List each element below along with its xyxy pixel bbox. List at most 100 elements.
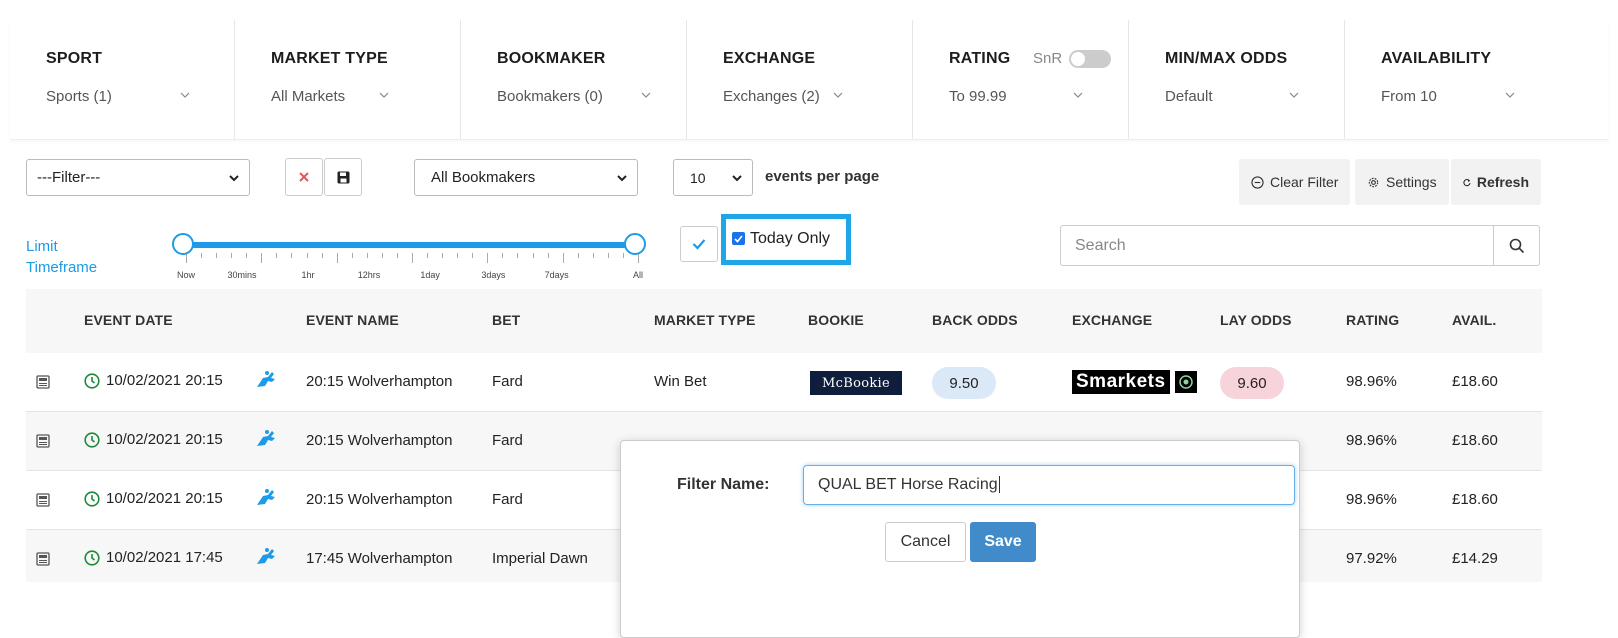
market-type-filter[interactable]: MARKET TYPE All Markets bbox=[235, 20, 461, 139]
timeframe-tick bbox=[457, 253, 459, 258]
exchange-filter[interactable]: EXCHANGE Exchanges (2) bbox=[687, 20, 913, 139]
smarkets-icon bbox=[1174, 371, 1197, 393]
today-only-checkbox[interactable] bbox=[732, 232, 745, 245]
saved-filter-select-value: ---Filter--- bbox=[37, 169, 101, 186]
event-date-text: 10/02/2021 20:15 bbox=[106, 431, 223, 448]
timeframe-tick bbox=[201, 253, 203, 258]
timeframe-tick-label: 3days bbox=[481, 270, 506, 280]
timeframe-tick bbox=[216, 253, 218, 258]
today-only-label: Today Only bbox=[750, 230, 831, 247]
timeframe-tick-label: 7days bbox=[544, 270, 569, 280]
bookmakers-select[interactable]: All Bookmakers bbox=[414, 159, 638, 196]
calculator-icon[interactable] bbox=[36, 552, 50, 566]
per-page-label: events per page bbox=[765, 168, 880, 185]
sport-filter[interactable]: SPORT Sports (1) bbox=[10, 20, 235, 139]
rating: 97.92% bbox=[1346, 550, 1397, 567]
chevron-down-icon bbox=[180, 92, 190, 98]
calculator-icon[interactable] bbox=[36, 434, 50, 448]
chevron-down-icon bbox=[1289, 92, 1299, 98]
calculator-icon[interactable] bbox=[36, 493, 50, 507]
rating-filter[interactable]: RATING SnR To 99.99 bbox=[913, 20, 1129, 139]
timeframe-tick bbox=[246, 253, 248, 258]
timeframe-tick bbox=[487, 253, 489, 263]
availability-filter[interactable]: AVAILABILITY From 10 bbox=[1345, 20, 1608, 139]
header-event-date[interactable]: EVENT DATE bbox=[84, 312, 173, 328]
bet-name: Fard bbox=[492, 373, 523, 390]
header-avail[interactable]: AVAIL. bbox=[1452, 312, 1496, 328]
timeframe-tick bbox=[532, 253, 534, 258]
calculator-icon[interactable] bbox=[36, 375, 50, 389]
timeframe-tick bbox=[336, 253, 338, 263]
timeframe-tick bbox=[517, 253, 519, 258]
horse-racing-icon bbox=[257, 371, 275, 387]
apply-check-button[interactable] bbox=[680, 226, 718, 262]
timeframe-tick bbox=[577, 253, 579, 258]
delete-filter-button[interactable] bbox=[285, 158, 323, 196]
availability-filter-title: AVAILABILITY bbox=[1381, 50, 1492, 67]
back-odds[interactable]: 9.50 bbox=[932, 367, 996, 399]
save-filter-button[interactable] bbox=[324, 158, 362, 196]
chevron-down-icon bbox=[617, 175, 627, 182]
floppy-disk-icon bbox=[337, 171, 349, 183]
per-page-select[interactable]: 10 bbox=[673, 159, 753, 196]
timeframe-tick bbox=[472, 253, 474, 258]
header-lay-odds[interactable]: LAY ODDS bbox=[1220, 312, 1292, 328]
exchange-filter-title: EXCHANGE bbox=[723, 50, 816, 67]
exchange-logo-text: Smarkets bbox=[1072, 370, 1170, 394]
search-input[interactable]: Search bbox=[1075, 237, 1126, 255]
table-header: EVENT DATE EVENT NAME BET MARKET TYPE BO… bbox=[26, 289, 1542, 353]
bookie-logo: McBookie bbox=[810, 371, 902, 395]
min-max-odds-filter-value: Default bbox=[1165, 88, 1213, 105]
header-market-type[interactable]: MARKET TYPE bbox=[654, 312, 755, 328]
timeframe-tick bbox=[321, 253, 323, 258]
save-button[interactable]: Save bbox=[970, 522, 1036, 562]
rating: 98.96% bbox=[1346, 491, 1397, 508]
timeframe-tick bbox=[592, 253, 594, 258]
timeframe-tick-label: Now bbox=[176, 270, 196, 280]
saved-filter-select[interactable]: ---Filter--- bbox=[26, 159, 250, 196]
chevron-down-icon bbox=[833, 92, 843, 98]
timeframe-slider-track[interactable] bbox=[186, 242, 638, 248]
clock-icon bbox=[84, 549, 100, 566]
clock-icon bbox=[84, 490, 100, 507]
header-exchange[interactable]: EXCHANGE bbox=[1072, 312, 1152, 328]
min-max-odds-filter[interactable]: MIN/MAX ODDS Default bbox=[1129, 20, 1345, 139]
chevron-down-icon bbox=[732, 175, 742, 182]
filter-name-input[interactable]: QUAL BET Horse Racing bbox=[803, 465, 1295, 505]
timeframe-tick bbox=[607, 253, 609, 258]
bet-name: Fard bbox=[492, 491, 523, 508]
search-icon bbox=[1509, 238, 1524, 253]
lay-odds[interactable]: 9.60 bbox=[1220, 367, 1284, 399]
timeframe-slider-end-handle[interactable] bbox=[624, 233, 646, 255]
filter-bar: SPORT Sports (1) MARKET TYPE All Markets… bbox=[10, 20, 1608, 140]
market-type-filter-title: MARKET TYPE bbox=[271, 50, 388, 67]
clear-filter-button[interactable]: Clear Filter bbox=[1239, 159, 1351, 205]
sport-filter-title: SPORT bbox=[46, 50, 103, 67]
cancel-button[interactable]: Cancel bbox=[885, 522, 966, 562]
timeframe-tick-label: 30mins bbox=[227, 270, 257, 280]
header-bookie[interactable]: BOOKIE bbox=[808, 312, 864, 328]
market-type-filter-value: All Markets bbox=[271, 88, 346, 105]
snr-toggle[interactable] bbox=[1069, 50, 1111, 68]
timeframe-tick bbox=[366, 253, 368, 258]
chevron-down-icon bbox=[1073, 92, 1083, 98]
timeframe-tick bbox=[502, 253, 504, 258]
event-date-text: 10/02/2021 20:15 bbox=[106, 372, 223, 389]
timeframe-tick bbox=[306, 253, 308, 258]
exchange-logo: Smarkets bbox=[1072, 369, 1197, 395]
save-filter-dialog: Filter Name: QUAL BET Horse Racing Cance… bbox=[620, 440, 1300, 638]
bet-name: Imperial Dawn bbox=[492, 550, 588, 567]
table-row[interactable]: 10/02/2021 20:15 20:15 Wolverhampton Far… bbox=[26, 353, 1542, 412]
header-event-name[interactable]: EVENT NAME bbox=[306, 312, 399, 328]
header-back-odds[interactable]: BACK ODDS bbox=[932, 312, 1018, 328]
header-rating[interactable]: RATING bbox=[1346, 312, 1399, 328]
timeframe-ticks bbox=[186, 253, 639, 263]
settings-button[interactable]: Settings bbox=[1355, 159, 1449, 205]
event-date: 10/02/2021 17:45 bbox=[84, 549, 223, 566]
bookmaker-filter[interactable]: BOOKMAKER Bookmakers (0) bbox=[461, 20, 687, 139]
refresh-button[interactable]: Refresh bbox=[1451, 159, 1541, 205]
bookmaker-filter-title: BOOKMAKER bbox=[497, 50, 606, 67]
header-bet[interactable]: BET bbox=[492, 312, 520, 328]
timeframe-slider-start-handle[interactable] bbox=[172, 233, 194, 255]
search-button[interactable] bbox=[1493, 226, 1539, 265]
